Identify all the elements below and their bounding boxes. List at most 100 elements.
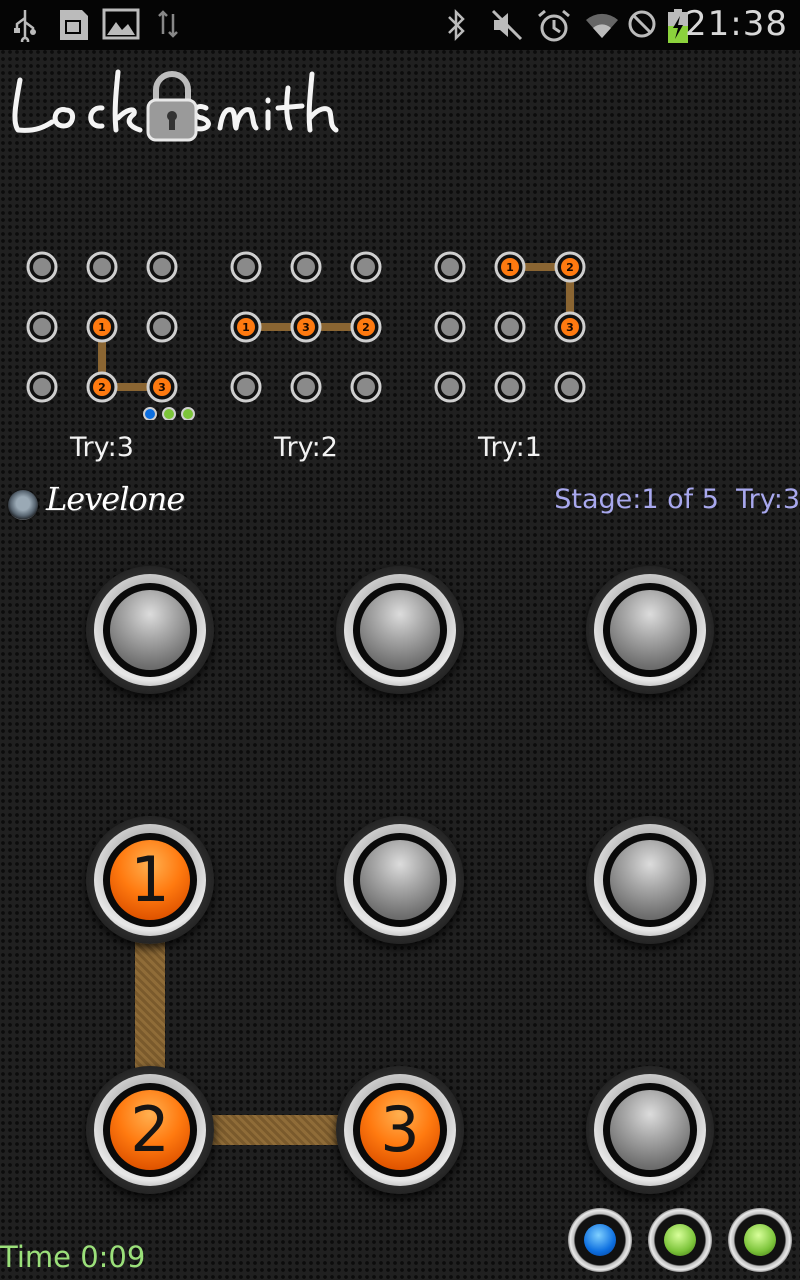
history-dot [350, 251, 382, 283]
stage-info: Stage:1 of 5 Try:3 [554, 484, 800, 515]
try-label-2: Try:2 [274, 432, 338, 463]
history-dot-core [441, 258, 459, 276]
lock-button-number [610, 590, 690, 670]
lock-button-number [110, 590, 190, 670]
history-dot [290, 311, 322, 343]
history-dot-number: 2 [98, 381, 106, 394]
padlock-icon [146, 71, 198, 142]
lock-button-1[interactable] [86, 566, 214, 694]
history-dot [434, 311, 466, 343]
history-dot-number: 1 [242, 321, 250, 334]
alarm-icon [538, 9, 570, 42]
history-dot-core [33, 318, 51, 336]
history-dot-core [93, 318, 111, 336]
history-dot-core [297, 318, 315, 336]
wifi-icon [586, 13, 618, 38]
history-dot [290, 251, 322, 283]
clock: 21:38 [685, 4, 788, 44]
history-dot [434, 251, 466, 283]
history-dot [554, 251, 586, 283]
history-grid-3: 1 2 3 [434, 251, 586, 403]
bluetooth-icon [448, 8, 465, 42]
history-dot-core [297, 258, 315, 276]
history-dot [230, 251, 262, 283]
history-dot [230, 311, 262, 343]
history-dot-number: 3 [302, 321, 310, 334]
lock-button-number: 3 [380, 1093, 420, 1166]
history-dot [146, 371, 178, 403]
history-dot-core [237, 378, 255, 396]
history-dot-core [561, 318, 579, 336]
history-dot [26, 371, 58, 403]
transfer-icon [158, 10, 178, 38]
history-dot-core [501, 318, 519, 336]
history-dot-number: 2 [566, 261, 574, 274]
history-dot-number: 3 [158, 381, 166, 394]
history-dot [86, 371, 118, 403]
history-dot-core [561, 378, 579, 396]
locksmith-logo [12, 69, 339, 142]
lock-button-number [360, 590, 440, 670]
history-dot-number: 1 [98, 321, 106, 334]
history-dot-core [93, 378, 111, 396]
image-icon [102, 8, 140, 40]
history-dot [554, 371, 586, 403]
lock-button-4[interactable]: 1 [86, 816, 214, 944]
try-label-1: Try:1 [478, 432, 542, 463]
usb-icon [14, 10, 36, 42]
history-dot-core [441, 378, 459, 396]
hint-indicator-blue [568, 1208, 632, 1272]
history-dot-core [357, 378, 375, 396]
history-dot [146, 251, 178, 283]
lock-button-number [360, 840, 440, 920]
history-dot [494, 311, 526, 343]
history-dot-core [357, 318, 375, 336]
history-dot [86, 251, 118, 283]
history-hint-dot-blue [143, 407, 157, 420]
history-dot [86, 311, 118, 343]
history-dot [230, 371, 262, 403]
history-dot [494, 371, 526, 403]
history-hint-dot-green [162, 407, 176, 420]
history-dot [146, 311, 178, 343]
history-dot-core [93, 258, 111, 276]
lock-button-6[interactable] [586, 816, 714, 944]
history-dot-number: 2 [362, 321, 370, 334]
history-dot-core [441, 318, 459, 336]
no-sim-icon [628, 10, 656, 38]
lock-button-number [610, 1090, 690, 1170]
history-grid-1: 1 2 3 [26, 251, 178, 403]
lock-button-9[interactable] [586, 1066, 714, 1194]
level-icon [8, 490, 38, 520]
history-dot [26, 251, 58, 283]
history-hint-dot-green [181, 407, 195, 420]
history-dot-number: 3 [566, 321, 574, 334]
history-dot-core [561, 258, 579, 276]
lock-button-5[interactable] [336, 816, 464, 944]
lock-button-8[interactable]: 3 [336, 1066, 464, 1194]
history-dot-core [357, 258, 375, 276]
history-dot-core [153, 318, 171, 336]
try-label-3: Try:3 [70, 432, 134, 463]
history-dot [350, 311, 382, 343]
hint-indicator-green [648, 1208, 712, 1272]
lock-button-number: 1 [130, 843, 170, 916]
lock-button-7[interactable]: 2 [86, 1066, 214, 1194]
hint-indicator-green [728, 1208, 792, 1272]
sd-card-icon [60, 10, 88, 40]
history-grid-2: 1 3 2 [230, 251, 382, 403]
lock-button-3[interactable] [586, 566, 714, 694]
history-dot [494, 251, 526, 283]
status-bar: 21:38 [0, 0, 800, 50]
level-name: Levelone [46, 480, 185, 518]
history-dot-core [237, 318, 255, 336]
history-dot-core [297, 378, 315, 396]
history-dot-core [153, 258, 171, 276]
history-dot [290, 371, 322, 403]
lock-button-number: 2 [130, 1093, 170, 1166]
history-dot-core [501, 258, 519, 276]
timer: Time 0:09 [0, 1240, 146, 1274]
lock-button-2[interactable] [336, 566, 464, 694]
history-dot [554, 311, 586, 343]
history-dot-core [237, 258, 255, 276]
